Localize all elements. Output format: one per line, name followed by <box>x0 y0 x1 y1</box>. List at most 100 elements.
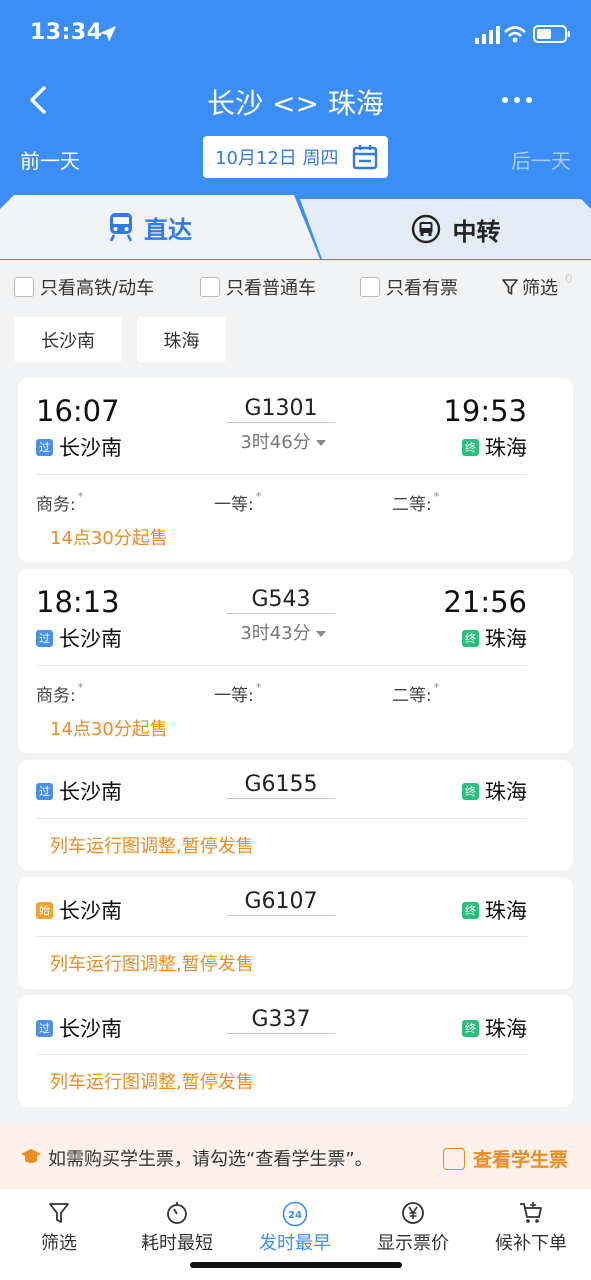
seat-label: 二等: <box>392 686 432 706</box>
waitlist-label: 候补下单 <box>495 1233 567 1254</box>
checkbox-box <box>200 277 220 297</box>
from-station-name: 长沙南 <box>59 627 122 651</box>
train-number: G337 <box>227 1007 335 1034</box>
seat-first: 一等: * <box>214 681 261 706</box>
divider <box>36 665 527 666</box>
sale-status: 列车运行图调整,暂停发售 <box>50 1072 254 1093</box>
seat-business: 商务: * <box>36 490 83 515</box>
train-card[interactable]: 始长沙南 G6107 终珠海 列车运行图调整,暂停发售 <box>18 877 573 989</box>
timer-icon <box>167 1202 187 1224</box>
train-card[interactable]: 18:13 G543 21:56 3时43分 过长沙南 终珠海 商务: * 一等:… <box>18 569 573 753</box>
seat-label: 商务: <box>36 495 76 515</box>
sort-earliest-button[interactable]: 24 发时最早 <box>236 1189 354 1259</box>
more-icon[interactable] <box>501 90 533 110</box>
wifi-icon <box>504 26 526 43</box>
pass-tag: 过 <box>36 1019 53 1037</box>
prev-day-button[interactable]: 前一天 <box>20 145 80 174</box>
header: 13:34 长沙 <> 珠海 前一天 10月12日 周四 后一天 中转 直达 <box>0 0 591 260</box>
from-station-name: 长沙南 <box>59 1017 122 1041</box>
to-station-name: 珠海 <box>485 899 527 923</box>
battery-icon <box>533 25 570 43</box>
sort-earliest-label: 发时最早 <box>259 1233 331 1254</box>
filter-count: 0 <box>565 272 573 286</box>
seat-second: 二等: * <box>392 490 439 515</box>
student-ticket-banner: 如需购买学生票，请勾选“查看学生票”。 查看学生票 <box>0 1125 591 1189</box>
student-ticket-hint: 如需购买学生票，请勾选“查看学生票”。 <box>48 1149 373 1170</box>
tab-transfer-label: 中转 <box>452 217 501 246</box>
pass-tag: 过 <box>36 438 53 456</box>
seat-mark: * <box>433 681 440 694</box>
pass-tag: 过 <box>36 782 53 800</box>
clock-24-icon: 24 <box>282 1201 308 1227</box>
available-only-label: 只看有票 <box>386 278 458 299</box>
arrival-time: 21:56 <box>443 585 527 619</box>
train-card[interactable]: 16:07 G1301 19:53 3时46分 过长沙南 终珠海 商务: * 一等… <box>18 378 573 562</box>
checkbox-box <box>360 277 380 297</box>
high-speed-label: 只看高铁/动车 <box>40 278 155 299</box>
sort-shortest-button[interactable]: 耗时最短 <box>118 1189 236 1259</box>
bus-transfer-icon <box>411 214 440 244</box>
normal-train-checkbox[interactable]: 只看普通车 <box>200 274 316 300</box>
train-card[interactable]: 过长沙南 G6155 终珠海 列车运行图调整,暂停发售 <box>18 760 573 870</box>
to-station-name: 珠海 <box>485 780 527 804</box>
filter-button[interactable]: 筛选 <box>502 274 558 300</box>
graduation-cap-icon <box>21 1149 41 1163</box>
date-selector[interactable]: 10月12日 周四 <box>203 136 388 178</box>
train-icon <box>109 213 133 242</box>
terminal-tag: 终 <box>462 1019 479 1037</box>
bottom-filter-button[interactable]: 筛选 <box>0 1189 118 1259</box>
checkbox-box <box>443 1147 465 1170</box>
train-number: G6107 <box>227 889 335 916</box>
filter-row: 只看高铁/动车 只看普通车 只看有票 筛选 0 <box>0 272 591 302</box>
station-chip-to[interactable]: 珠海 <box>137 317 226 362</box>
tab-direct[interactable]: 直达 <box>0 195 320 259</box>
seat-label: 二等: <box>392 495 432 515</box>
normal-train-label: 只看普通车 <box>226 278 316 299</box>
show-price-button[interactable]: 显示票价 <box>354 1189 472 1259</box>
location-arrow-icon <box>100 26 116 42</box>
available-only-checkbox[interactable]: 只看有票 <box>360 274 458 300</box>
divider <box>36 936 527 937</box>
student-ticket-checkbox[interactable]: 查看学生票 <box>443 1145 568 1172</box>
tab-direct-label: 直达 <box>144 215 192 244</box>
train-card[interactable]: 过长沙南 G337 终珠海 列车运行图调整,暂停发售 <box>18 995 573 1107</box>
duration-text: 3时46分 <box>240 432 311 453</box>
bottom-filter-label: 筛选 <box>41 1233 77 1254</box>
checkbox-box <box>14 277 34 297</box>
arrival-time: 19:53 <box>443 394 527 428</box>
terminal-tag: 终 <box>462 901 479 919</box>
duration-text: 3时43分 <box>240 623 311 644</box>
from-station: 过长沙南 <box>36 1013 122 1043</box>
to-station: 终珠海 <box>462 432 527 462</box>
seat-mark: * <box>255 681 262 694</box>
from-station-name: 长沙南 <box>59 436 122 460</box>
filter-label: 筛选 <box>522 278 558 299</box>
sort-shortest-label: 耗时最短 <box>141 1233 213 1254</box>
terminal-tag: 终 <box>462 438 479 456</box>
departure-time: 16:07 <box>36 394 120 428</box>
tab-transfer[interactable]: 中转 <box>300 199 591 259</box>
home-indicator <box>190 1262 402 1268</box>
divider <box>36 818 527 819</box>
tab-bar: 中转 直达 <box>0 195 591 259</box>
duration[interactable]: 3时46分 <box>218 428 348 454</box>
to-station-name: 珠海 <box>485 1017 527 1041</box>
signal-icon <box>475 26 500 44</box>
funnel-icon <box>502 279 518 295</box>
seat-mark: * <box>433 490 440 503</box>
cart-plus-icon <box>520 1202 542 1223</box>
train-number: G543 <box>227 587 335 614</box>
to-station: 终珠海 <box>462 623 527 653</box>
pass-tag: 过 <box>36 629 53 647</box>
departure-time: 18:13 <box>36 585 120 619</box>
sale-status: 列车运行图调整,暂停发售 <box>50 836 254 857</box>
from-station-name: 长沙南 <box>59 899 122 923</box>
next-day-button[interactable]: 后一天 <box>511 145 571 174</box>
funnel-icon <box>49 1203 69 1223</box>
waitlist-button[interactable]: 候补下单 <box>472 1189 590 1259</box>
station-chip-from[interactable]: 长沙南 <box>14 317 122 362</box>
calendar-icon <box>352 145 378 170</box>
seat-first: 一等: * <box>214 490 261 515</box>
high-speed-checkbox[interactable]: 只看高铁/动车 <box>14 274 154 300</box>
duration[interactable]: 3时43分 <box>218 619 348 645</box>
